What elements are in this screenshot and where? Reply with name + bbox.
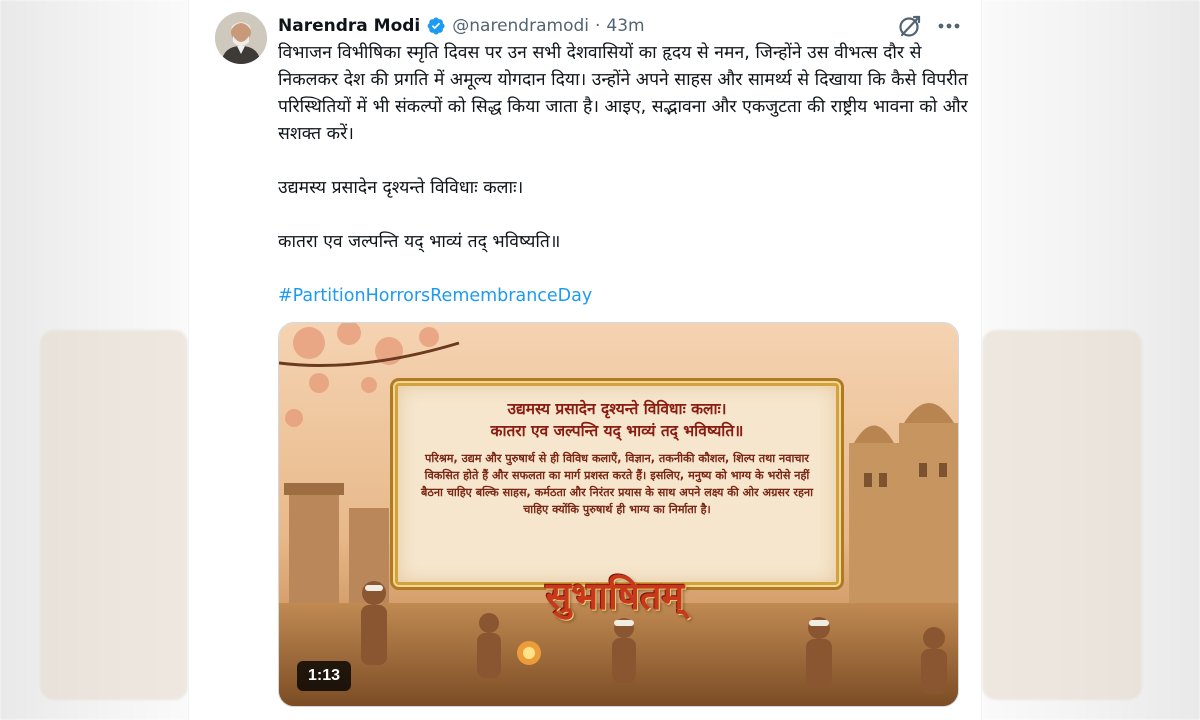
tweet-shloka-line2: कातरा एव जल्पन्ति यद् भाव्यं तद् भविष्यत… xyxy=(278,232,561,252)
verified-badge-icon xyxy=(427,17,445,35)
author-handle[interactable]: @narendramodi xyxy=(452,16,589,36)
tweet-header: Narendra Modi @narendramodi · 43m xyxy=(278,14,645,38)
background-blur-left xyxy=(0,0,188,720)
more-icon[interactable] xyxy=(933,13,965,39)
grok-icon[interactable] xyxy=(897,13,923,39)
tweet-card[interactable]: Narendra Modi @narendramodi · 43m विभाजन… xyxy=(188,0,982,720)
scroll-shloka-line2: कातरा एव जल्पन्ति यद् भाव्यं तद् भविष्यत… xyxy=(490,421,744,440)
background-blur-right xyxy=(982,0,1200,720)
scroll-shloka-line1: उद्यमस्य प्रसादेन दृश्यन्ते विविधाः कलाः… xyxy=(507,399,727,418)
tweet-text: विभाजन विभीषिका स्मृति दिवस पर उन सभी दे… xyxy=(278,40,968,310)
author-name[interactable]: Narendra Modi xyxy=(278,16,420,36)
separator-dot: · xyxy=(594,16,601,36)
video-duration-badge: 1:13 xyxy=(297,661,351,691)
hashtag-link[interactable]: #PartitionHorrorsRemembranceDay xyxy=(278,286,592,306)
scroll-meaning-text: परिश्रम, उद्यम और पुरुषार्थ से ही विविध … xyxy=(420,452,814,516)
tweet-video[interactable]: उद्यमस्य प्रसादेन दृश्यन्ते विविधाः कलाः… xyxy=(278,322,959,707)
tweet-paragraph-main: विभाजन विभीषिका स्मृति दिवस पर उन सभी दे… xyxy=(278,43,968,144)
shloka-scroll: उद्यमस्य प्रसादेन दृश्यन्ते विविधाः कलाः… xyxy=(395,383,839,585)
author-avatar[interactable] xyxy=(215,12,267,64)
tweet-timestamp[interactable]: 43m xyxy=(606,16,644,36)
tweet-shloka-line1: उद्यमस्य प्रसादेन दृश्यन्ते विविधाः कलाः… xyxy=(278,178,524,198)
subhashitam-title-art: सुभाषितम् xyxy=(545,573,685,618)
